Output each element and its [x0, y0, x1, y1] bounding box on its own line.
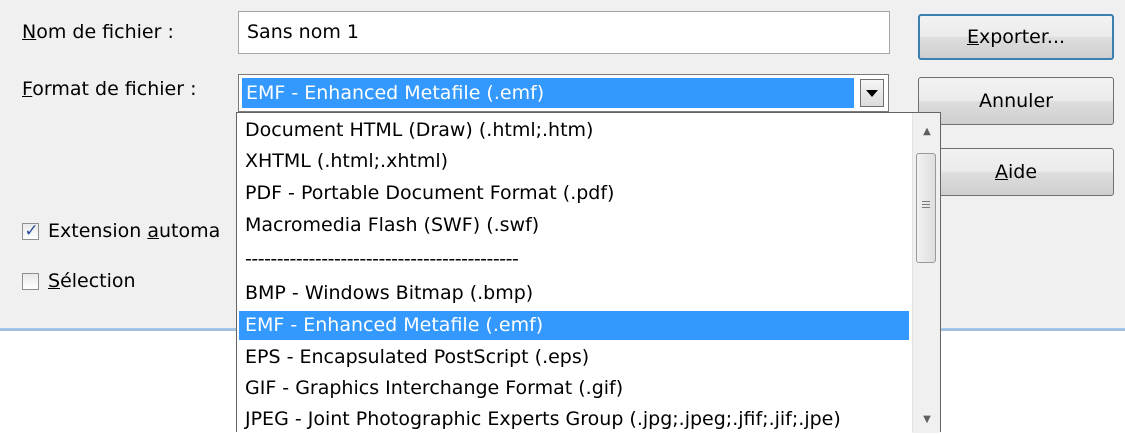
selection-checkbox[interactable]: [22, 273, 39, 290]
dropdown-scrollbar[interactable]: ▲ ▼: [912, 113, 940, 433]
export-button[interactable]: Exporter...: [918, 14, 1114, 60]
chevron-down-icon[interactable]: [860, 79, 884, 107]
file-format-dropdown-list[interactable]: Document HTML (Draw) (.html;.htm) XHTML …: [236, 112, 941, 434]
list-item[interactable]: Document HTML (Draw) (.html;.htm): [239, 116, 909, 145]
scrollbar-thumb[interactable]: [916, 153, 936, 263]
file-format-selected-value: EMF - Enhanced Metafile (.emf): [242, 78, 854, 108]
list-item[interactable]: BMP - Windows Bitmap (.bmp): [239, 279, 909, 308]
list-item[interactable]: EMF - Enhanced Metafile (.emf): [239, 311, 909, 340]
auto-extension-checkbox[interactable]: ✓: [22, 221, 39, 241]
file-name-label: Nom de fichier :: [22, 21, 174, 43]
check-icon: ✓: [24, 221, 39, 241]
file-name-input[interactable]: Sans nom 1: [238, 11, 890, 54]
list-item[interactable]: PDF - Portable Document Format (.pdf): [239, 179, 909, 208]
list-item[interactable]: GIF - Graphics Interchange Format (.gif): [239, 374, 909, 403]
help-button[interactable]: Aide: [918, 148, 1114, 196]
auto-extension-label: Extension automa: [48, 220, 221, 242]
scroll-down-icon[interactable]: ▼: [913, 409, 941, 431]
file-format-select[interactable]: EMF - Enhanced Metafile (.emf): [238, 74, 889, 112]
list-item[interactable]: XHTML (.html;.xhtml): [239, 147, 909, 176]
selection-label: Sélection: [48, 270, 136, 292]
list-item[interactable]: JPEG - Joint Photographic Experts Group …: [239, 405, 909, 434]
list-item[interactable]: Macromedia Flash (SWF) (.swf): [239, 211, 909, 240]
cancel-button[interactable]: Annuler: [918, 77, 1114, 125]
list-item[interactable]: EPS - Encapsulated PostScript (.eps): [239, 343, 909, 372]
scroll-up-icon[interactable]: ▲: [913, 121, 941, 143]
file-format-label: Format de fichier :: [22, 78, 197, 100]
list-separator: ----------------------------------------…: [245, 248, 519, 270]
